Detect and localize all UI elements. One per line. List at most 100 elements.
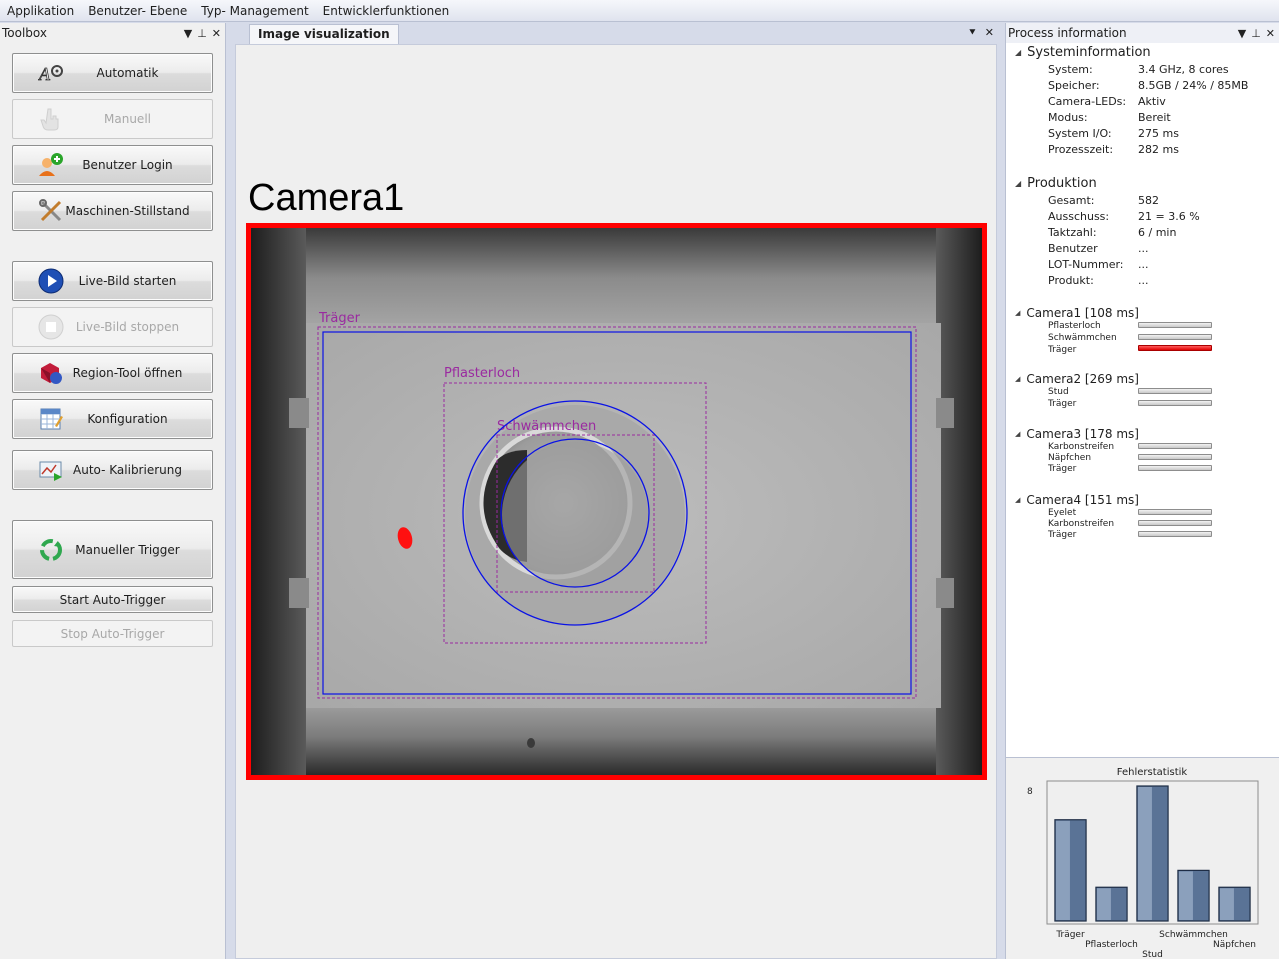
camera-title: Camera1 (248, 177, 405, 219)
section-camera2[interactable]: ◢ Camera2 [269 ms] (1015, 372, 1139, 386)
toolbox-header: Toolbox ▼ ⊥ ✕ (0, 23, 225, 43)
kv-value: 582 (1138, 194, 1159, 207)
refresh-icon (37, 536, 65, 564)
inspection-status-bar (1138, 322, 1212, 328)
konfiguration-button[interactable]: Konfiguration (12, 399, 213, 439)
live-bild-stoppen-button[interactable]: Live-Bild stoppen (12, 307, 213, 347)
camera4-title: Camera4 [151 ms] (1026, 493, 1139, 507)
collapse-icon[interactable]: ◢ (1015, 430, 1020, 438)
collapse-icon[interactable]: ◢ (1015, 179, 1021, 188)
svg-text:A: A (38, 64, 51, 84)
process-dropdown-icon[interactable]: ▼ (1238, 27, 1246, 40)
kv-key: Ausschuss: (1048, 210, 1110, 223)
chart-x-label: Näpfchen (1213, 940, 1256, 950)
inspection-label: Karbonstreifen (1048, 442, 1115, 452)
chart-x-label: Stud (1142, 950, 1163, 959)
toolbox-panel: Toolbox ▼ ⊥ ✕ A Automatik Manuell Benutz… (0, 23, 226, 959)
inspection-label: Pflasterloch (1048, 321, 1101, 331)
chart-bar-highlight (1055, 820, 1070, 920)
inspection-status-bar (1138, 443, 1212, 449)
section-produktion[interactable]: ◢ Produktion (1015, 176, 1097, 191)
inspection-status-bar (1138, 334, 1212, 340)
process-header: Process information ▼ ⊥ ✕ (1006, 23, 1279, 43)
inspection-label: Träger (1048, 464, 1077, 474)
tab-close-icon[interactable]: ✕ (985, 26, 994, 40)
kv-key: Gesamt: (1048, 194, 1095, 207)
inspection-status-bar (1138, 400, 1212, 406)
section-camera4[interactable]: ◢ Camera4 [151 ms] (1015, 493, 1139, 507)
chart-title: Fehlerstatistik (1117, 767, 1188, 778)
kv-value: 275 ms (1138, 127, 1179, 140)
close-icon[interactable]: ✕ (212, 27, 221, 40)
menu-applikation[interactable]: Applikation (0, 0, 81, 22)
region-tool-button[interactable]: Region-Tool öffnen (12, 353, 213, 393)
kv-value: Aktiv (1138, 95, 1166, 108)
inspection-label: Träger (1048, 530, 1077, 540)
process-information-panel: Process information ▼ ⊥ ✕ ◢ Systeminform… (1005, 23, 1279, 757)
collapse-icon[interactable]: ◢ (1015, 309, 1020, 317)
inspection-status-bar-fail (1138, 345, 1212, 351)
fehlerstatistik-panel: Fehlerstatistik Träger Pflasterloch Stud Sc… (1005, 757, 1279, 959)
menu-entwicklerfunktionen[interactable]: Entwicklerfunktionen (316, 0, 457, 22)
start-auto-trigger-button[interactable]: Start Auto-Trigger (12, 586, 213, 613)
live-bild-starten-button[interactable]: Live-Bild starten (12, 261, 213, 301)
camera-image-frame: Träger Pflasterloch Schwämmchen (246, 223, 987, 780)
menu-typ-management[interactable]: Typ- Management (194, 0, 315, 22)
collapse-icon[interactable]: ◢ (1015, 375, 1020, 383)
manueller-trigger-button[interactable]: Manueller Trigger (12, 520, 213, 579)
auto-kalibrierung-button[interactable]: Auto- Kalibrierung (12, 450, 213, 490)
kv-value: 21 = 3.6 % (1138, 210, 1200, 223)
kv-key: Benutzer (1048, 242, 1098, 255)
kv-key: Modus: (1048, 111, 1088, 124)
automatik-button[interactable]: A Automatik (12, 53, 213, 93)
inspection-status-bar (1138, 509, 1212, 515)
process-pin-icon[interactable]: ⊥ (1251, 27, 1261, 40)
inspection-label: Eyelet (1048, 508, 1077, 518)
fehlerstatistik-chart: Fehlerstatistik TrägerPflasterloch Stud Sc… (1027, 767, 1259, 959)
kv-value: ... (1138, 258, 1149, 271)
collapse-icon[interactable]: ◢ (1015, 48, 1021, 57)
menubar: Applikation Benutzer- Ebene Typ- Managem… (0, 0, 1279, 22)
process-title: Process information (1008, 26, 1127, 40)
configuration-icon (37, 405, 65, 433)
inspection-label: Karbonstreifen (1048, 519, 1115, 529)
inspection-label: Träger (1048, 399, 1077, 409)
kv-key: Speicher: (1048, 79, 1100, 92)
kv-key: Taktzahl: (1048, 226, 1097, 239)
stop-auto-trigger-button[interactable]: Stop Auto-Trigger (12, 620, 213, 647)
benutzer-login-button[interactable]: Benutzer Login (12, 145, 213, 185)
pin-icon[interactable]: ⊥ (197, 27, 207, 40)
chart-x-label: Träger (1055, 930, 1085, 940)
process-close-icon[interactable]: ✕ (1266, 27, 1275, 40)
chart-y-tick: 8 (1027, 787, 1033, 797)
camera2-title: Camera2 [269 ms] (1026, 372, 1139, 386)
manuell-button[interactable]: Manuell (12, 99, 213, 139)
tab-image-visualization[interactable]: Image visualization (249, 24, 399, 45)
section-systeminformation[interactable]: ◢ Systeminformation (1015, 45, 1151, 60)
maschinen-stillstand-button[interactable]: Maschinen-Stillstand (12, 191, 213, 231)
camera-image: Träger Pflasterloch Schwämmchen (251, 228, 982, 775)
kv-key: LOT-Nummer: (1048, 258, 1124, 271)
section-camera1[interactable]: ◢ Camera1 [108 ms] (1015, 306, 1139, 320)
dropdown-icon[interactable]: ▼ (184, 27, 192, 40)
stop-auto-trigger-label: Stop Auto-Trigger (60, 626, 165, 641)
inspection-status-bar (1138, 520, 1212, 526)
tab-dropdown-icon[interactable]: ⯆ (968, 26, 977, 40)
stop-icon (37, 313, 65, 341)
inspection-status-bar (1138, 465, 1212, 471)
menu-benutzer-ebene[interactable]: Benutzer- Ebene (81, 0, 194, 22)
tools-icon (37, 197, 65, 225)
hand-icon (37, 105, 65, 133)
kv-value: ... (1138, 274, 1149, 287)
kv-key: System: (1048, 63, 1093, 76)
kv-value: Bereit (1138, 111, 1171, 124)
chart-bar-highlight (1096, 888, 1111, 920)
inspection-label: Näpfchen (1048, 453, 1092, 463)
kv-value: ... (1138, 242, 1149, 255)
calibration-icon (37, 456, 65, 484)
chart-x-label: Pflasterloch (1085, 940, 1138, 950)
automatic-icon: A (37, 59, 65, 87)
inspection-label: Schwämmchen (1048, 333, 1117, 343)
collapse-icon[interactable]: ◢ (1015, 496, 1020, 504)
section-camera3[interactable]: ◢ Camera3 [178 ms] (1015, 427, 1139, 441)
